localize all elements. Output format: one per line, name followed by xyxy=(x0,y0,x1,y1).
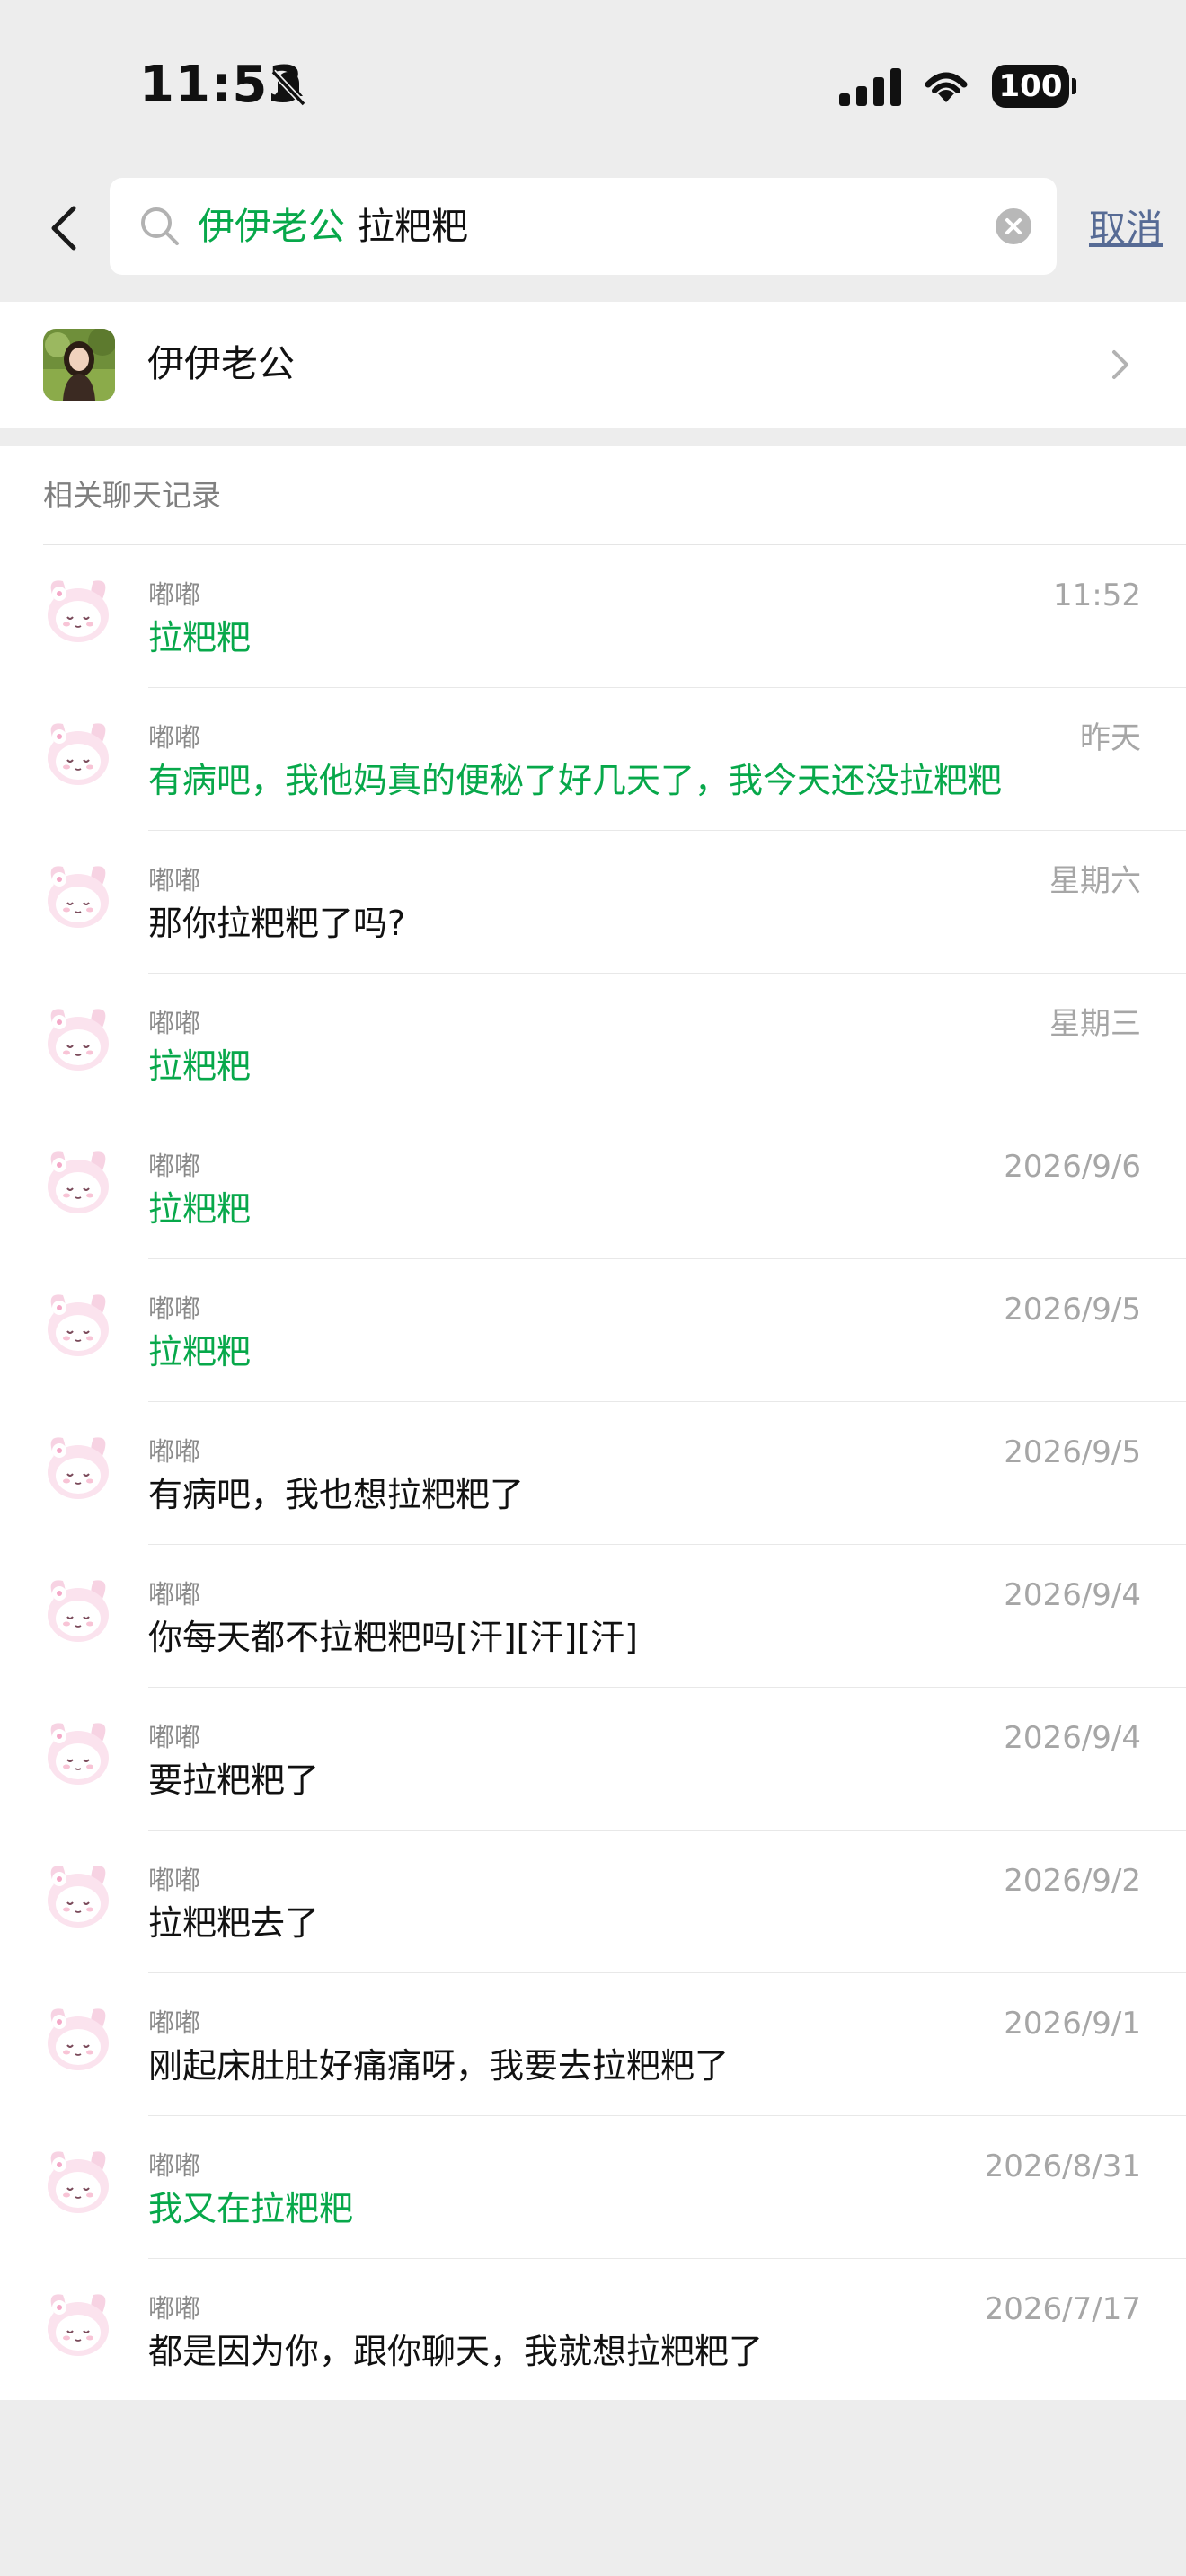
message-time: 2026/9/5 xyxy=(1004,1292,1141,1328)
message-text: 刚起床肚肚好痛痛呀，我要去拉粑粑了 xyxy=(148,2046,730,2086)
avatar-icon xyxy=(48,866,109,928)
chat-result-item[interactable]: 嘟嘟 星期六 那你拉粑粑了吗? xyxy=(0,831,1186,974)
avatar-icon xyxy=(48,1866,109,1928)
signal-icon xyxy=(839,68,901,106)
sender-name: 嘟嘟 xyxy=(148,2007,201,2038)
avatar-icon xyxy=(48,1437,109,1499)
bell-slash-icon xyxy=(270,69,306,107)
back-icon[interactable] xyxy=(43,201,83,255)
sender-name: 嘟嘟 xyxy=(148,1008,201,1038)
search-icon xyxy=(141,207,179,245)
message-text: 有病吧，我他妈真的便秘了好几天了，我今天还没拉粑粑 xyxy=(148,761,1003,800)
chat-history-results: 相关聊天记录 嘟嘟 11:52 拉粑粑 嘟嘟 昨天 有病吧，我他妈真的便秘了好几… xyxy=(0,446,1186,2400)
sender-name: 嘟嘟 xyxy=(148,1436,201,1467)
chat-result-item[interactable]: 嘟嘟 2026/9/1 刚起床肚肚好痛痛呀，我要去拉粑粑了 xyxy=(0,1973,1186,2116)
avatar-icon xyxy=(48,723,109,785)
avatar-icon xyxy=(48,1294,109,1356)
contact-row[interactable]: 伊伊老公 xyxy=(0,302,1186,428)
message-time: 2026/9/5 xyxy=(1004,1434,1141,1470)
message-time: 2026/7/17 xyxy=(984,2291,1141,2327)
avatar-icon xyxy=(48,2008,109,2070)
status-bar: 11:53 100 xyxy=(0,0,1186,162)
message-time: 星期三 xyxy=(1049,1006,1141,1042)
sender-name: 嘟嘟 xyxy=(148,579,201,610)
message-text: 拉粑粑去了 xyxy=(148,1903,320,1943)
avatar-icon xyxy=(48,1580,109,1642)
message-time: 2026/9/4 xyxy=(1004,1720,1141,1756)
avatar-icon xyxy=(48,2294,109,2356)
message-time: 2026/8/31 xyxy=(984,2148,1141,2184)
chat-result-item[interactable]: 嘟嘟 2026/9/4 要拉粑粑了 xyxy=(0,1688,1186,1831)
search-input[interactable]: 拉粑粑 xyxy=(358,201,468,251)
clear-icon[interactable] xyxy=(996,208,1031,244)
message-time: 2026/9/2 xyxy=(1004,1863,1141,1899)
avatar-icon xyxy=(48,1151,109,1213)
avatar-icon xyxy=(48,2151,109,2213)
chat-result-item[interactable]: 嘟嘟 2026/9/6 拉粑粑 xyxy=(0,1116,1186,1259)
sender-name: 嘟嘟 xyxy=(148,2150,201,2181)
sender-name: 嘟嘟 xyxy=(148,1579,201,1610)
message-text: 拉粑粑 xyxy=(148,618,252,657)
battery-level: 100 xyxy=(998,68,1063,104)
message-text: 我又在拉粑粑 xyxy=(148,2189,354,2228)
search-contact-tag[interactable]: 伊伊老公 xyxy=(198,201,345,251)
chat-result-item[interactable]: 嘟嘟 2026/9/5 有病吧，我也想拉粑粑了 xyxy=(0,1402,1186,1545)
chevron-right-icon xyxy=(1112,350,1128,379)
message-text: 拉粑粑 xyxy=(148,1046,252,1086)
message-time: 昨天 xyxy=(1080,720,1141,756)
avatar-icon xyxy=(48,580,109,642)
search-box[interactable]: 伊伊老公 拉粑粑 xyxy=(110,178,1057,275)
battery-indicator: 100 xyxy=(992,65,1076,108)
message-time: 11:52 xyxy=(1053,578,1141,613)
message-text: 那你拉粑粑了吗? xyxy=(148,904,406,943)
sender-name: 嘟嘟 xyxy=(148,1722,201,1752)
avatar-icon xyxy=(48,1723,109,1785)
cancel-button[interactable]: 取消 xyxy=(1089,203,1163,253)
contact-name: 伊伊老公 xyxy=(147,342,295,385)
message-time: 2026/9/6 xyxy=(1004,1149,1141,1185)
message-text: 拉粑粑 xyxy=(148,1332,252,1372)
message-time: 星期六 xyxy=(1049,863,1141,899)
message-text: 要拉粑粑了 xyxy=(148,1760,320,1800)
message-text: 都是因为你，跟你聊天，我就想拉粑粑了 xyxy=(148,2332,764,2371)
chat-result-item[interactable]: 嘟嘟 2026/9/2 拉粑粑去了 xyxy=(0,1831,1186,1973)
section-title: 相关聊天记录 xyxy=(43,478,221,513)
avatar-icon xyxy=(48,1009,109,1071)
message-text: 有病吧，我也想拉粑粑了 xyxy=(148,1475,525,1514)
sender-name: 嘟嘟 xyxy=(148,2293,201,2324)
message-text: 拉粑粑 xyxy=(148,1189,252,1229)
chat-result-item[interactable]: 嘟嘟 2026/9/5 拉粑粑 xyxy=(0,1259,1186,1402)
sender-name: 嘟嘟 xyxy=(148,1293,201,1324)
message-time: 2026/9/1 xyxy=(1004,2006,1141,2042)
sender-name: 嘟嘟 xyxy=(148,1865,201,1895)
wifi-icon xyxy=(925,72,968,102)
chat-result-item[interactable]: 嘟嘟 2026/8/31 我又在拉粑粑 xyxy=(0,2116,1186,2259)
chat-result-item[interactable]: 嘟嘟 2026/9/4 你每天都不拉粑粑吗[汗][汗][汗] xyxy=(0,1545,1186,1688)
message-text: 你每天都不拉粑粑吗[汗][汗][汗] xyxy=(148,1618,638,1657)
chat-result-item[interactable]: 嘟嘟 昨天 有病吧，我他妈真的便秘了好几天了，我今天还没拉粑粑 xyxy=(0,688,1186,831)
sender-name: 嘟嘟 xyxy=(148,722,201,753)
contact-avatar xyxy=(43,329,115,401)
sender-name: 嘟嘟 xyxy=(148,865,201,895)
chat-result-item[interactable]: 嘟嘟 11:52 拉粑粑 xyxy=(0,545,1186,688)
sender-name: 嘟嘟 xyxy=(148,1151,201,1181)
message-time: 2026/9/4 xyxy=(1004,1577,1141,1613)
chat-result-item[interactable]: 嘟嘟 2026/7/17 都是因为你，跟你聊天，我就想拉粑粑了 xyxy=(0,2259,1186,2402)
chat-result-item[interactable]: 嘟嘟 星期三 拉粑粑 xyxy=(0,974,1186,1116)
